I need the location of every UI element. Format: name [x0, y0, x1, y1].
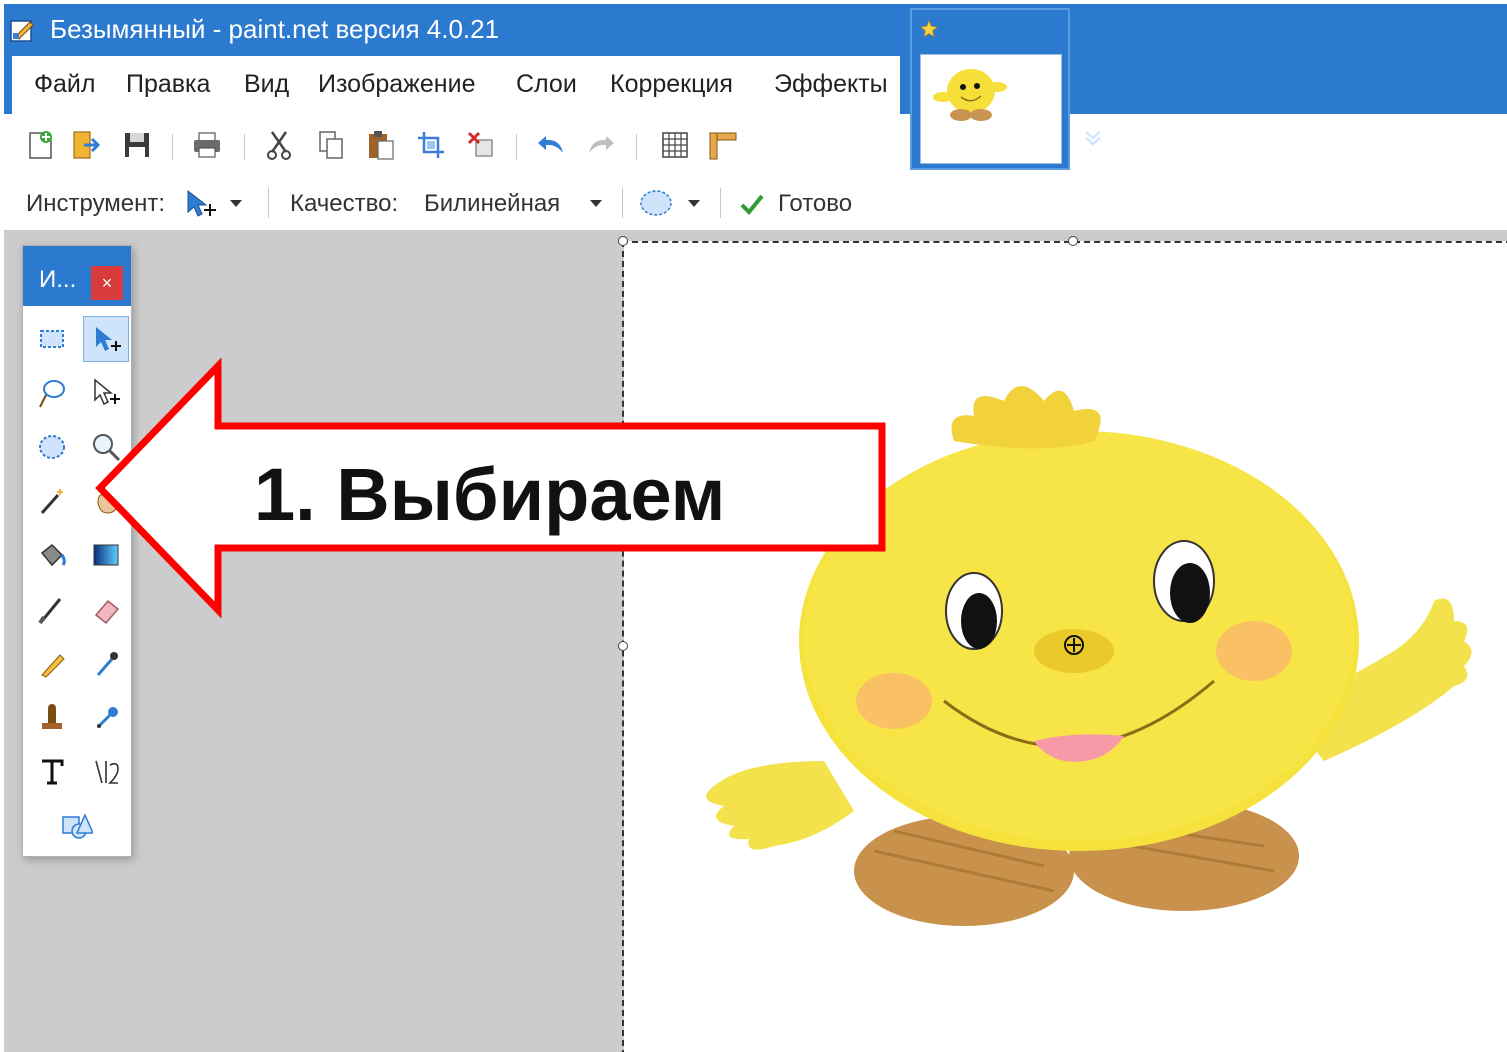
menu-adjustments[interactable]: Коррекция: [610, 70, 733, 99]
selection-border-top: [622, 241, 1507, 243]
crop-to-selection-icon[interactable]: [414, 128, 448, 162]
menu-edit[interactable]: Правка: [126, 70, 210, 99]
move-selected-pixels-icon: [96, 327, 121, 351]
undo-icon[interactable]: [534, 128, 568, 162]
tool-pencil[interactable]: [29, 640, 75, 686]
tool-zoom[interactable]: [83, 424, 129, 470]
move-selected-tool-icon[interactable]: [184, 188, 218, 222]
eraser-icon: [94, 599, 120, 625]
tool-rectangle-select[interactable]: [29, 316, 75, 362]
tool-shapes[interactable]: [54, 802, 100, 848]
menu-image[interactable]: Изображение: [318, 70, 475, 99]
window-title: Безымянный - paint.net версия 4.0.21: [50, 14, 500, 44]
main-toolbar: [12, 114, 908, 174]
color-picker-icon: [96, 652, 118, 676]
menu-layers[interactable]: Слои: [516, 70, 577, 99]
selection-mode-caret-icon[interactable]: [688, 200, 700, 207]
tool-gradient[interactable]: [83, 532, 129, 578]
toolbar-separator: [244, 134, 245, 160]
tool-dropdown-caret-icon[interactable]: [230, 200, 242, 207]
recolor-icon: [96, 707, 118, 729]
tool-magic-wand[interactable]: [29, 478, 75, 524]
ellipse-select-icon: [39, 435, 65, 459]
done-button[interactable]: Готово: [778, 190, 852, 218]
redo-icon[interactable]: [584, 128, 618, 162]
quality-label: Качество:: [290, 190, 399, 217]
menu-view[interactable]: Вид: [244, 70, 289, 99]
tools-window-title: И...: [39, 266, 77, 293]
tool-ellipse-select[interactable]: [29, 424, 75, 470]
grid-icon[interactable]: [658, 128, 692, 162]
cut-icon[interactable]: [262, 128, 296, 162]
move-crosshair-icon: [1064, 635, 1084, 655]
menu-effects[interactable]: Эффекты: [774, 70, 888, 99]
paint-net-window: Безымянный - paint.net версия 4.0.21 Фай…: [4, 4, 1507, 1052]
zoom-icon: [93, 434, 121, 462]
tool-pan[interactable]: [83, 478, 129, 524]
unsaved-star-icon: [920, 20, 938, 38]
paste-icon[interactable]: [364, 128, 398, 162]
image-thumbnail-tab[interactable]: [910, 8, 1070, 170]
checkmark-icon[interactable]: [738, 190, 766, 218]
canvas-workspace: И... ×: [4, 231, 1507, 1052]
toolbar-separator: [516, 134, 517, 160]
quality-dropdown-caret-icon[interactable]: [590, 200, 602, 207]
tools-window: И... ×: [22, 245, 132, 857]
pencil-icon: [41, 654, 65, 678]
line-curve-icon: [95, 760, 119, 784]
save-icon[interactable]: [120, 128, 154, 162]
tool-color-picker[interactable]: [83, 640, 129, 686]
tool-lasso-select[interactable]: [29, 370, 75, 416]
tool-text[interactable]: [29, 748, 75, 794]
tool-move-selected-pixels[interactable]: [83, 316, 129, 362]
image-thumbnail: [920, 54, 1062, 164]
text-icon: [42, 759, 64, 785]
shapes-icon: [62, 813, 93, 839]
tool-line-curve[interactable]: [83, 748, 129, 794]
toolbar-separator: [172, 134, 173, 160]
tool-eraser[interactable]: [83, 586, 129, 632]
options-separator: [268, 188, 269, 218]
kolobok-thumbnail: [933, 69, 1007, 121]
magic-wand-icon: [40, 489, 63, 514]
menu-bar: Файл Правка Вид Изображение Слои Коррекц…: [12, 56, 900, 114]
tool-label: Инструмент:: [26, 190, 166, 217]
toolbar-separator: [636, 134, 637, 160]
copy-icon[interactable]: [314, 128, 348, 162]
title-bar: Безымянный - paint.net версия 4.0.21: [4, 4, 1507, 56]
open-file-icon[interactable]: [68, 128, 102, 162]
paintbrush-icon: [38, 598, 62, 625]
paint-bucket-icon: [40, 543, 66, 567]
selection-mode-icon[interactable]: [638, 187, 674, 219]
menu-file[interactable]: Файл: [34, 70, 95, 99]
clone-stamp-icon: [42, 704, 62, 729]
new-file-icon[interactable]: [24, 128, 58, 162]
image-list-dropdown-icon[interactable]: [1082, 126, 1104, 148]
rectangle-select-icon: [40, 330, 64, 348]
rulers-icon[interactable]: [706, 128, 740, 162]
options-separator: [720, 188, 721, 218]
paint-net-app-icon: [10, 20, 34, 42]
options-separator: [622, 188, 623, 218]
tool-options-bar: Инструмент: Качество: Билинейная Готово: [4, 174, 1507, 231]
menu-bar-row: Файл Правка Вид Изображение Слои Коррекц…: [4, 56, 1507, 146]
tool-paint-bucket[interactable]: [29, 532, 75, 578]
selection-handle[interactable]: [618, 236, 628, 246]
gradient-icon: [93, 544, 119, 566]
tool-recolor[interactable]: [83, 694, 129, 740]
selection-handle[interactable]: [618, 641, 628, 651]
delete-selection-icon[interactable]: [464, 128, 498, 162]
quality-select[interactable]: Билинейная: [424, 190, 560, 218]
callout-text: 1. Выбираем: [254, 453, 726, 536]
tool-clone-stamp[interactable]: [29, 694, 75, 740]
tool-move-selection[interactable]: [83, 370, 129, 416]
tool-paintbrush[interactable]: [29, 586, 75, 632]
print-icon[interactable]: [190, 128, 224, 162]
selection-handle[interactable]: [1068, 236, 1078, 246]
lasso-select-icon: [39, 380, 65, 408]
pan-icon: [97, 492, 118, 514]
tools-close-button[interactable]: ×: [91, 266, 123, 300]
tools-window-header[interactable]: И... ×: [23, 246, 131, 306]
move-selection-icon: [94, 378, 120, 406]
